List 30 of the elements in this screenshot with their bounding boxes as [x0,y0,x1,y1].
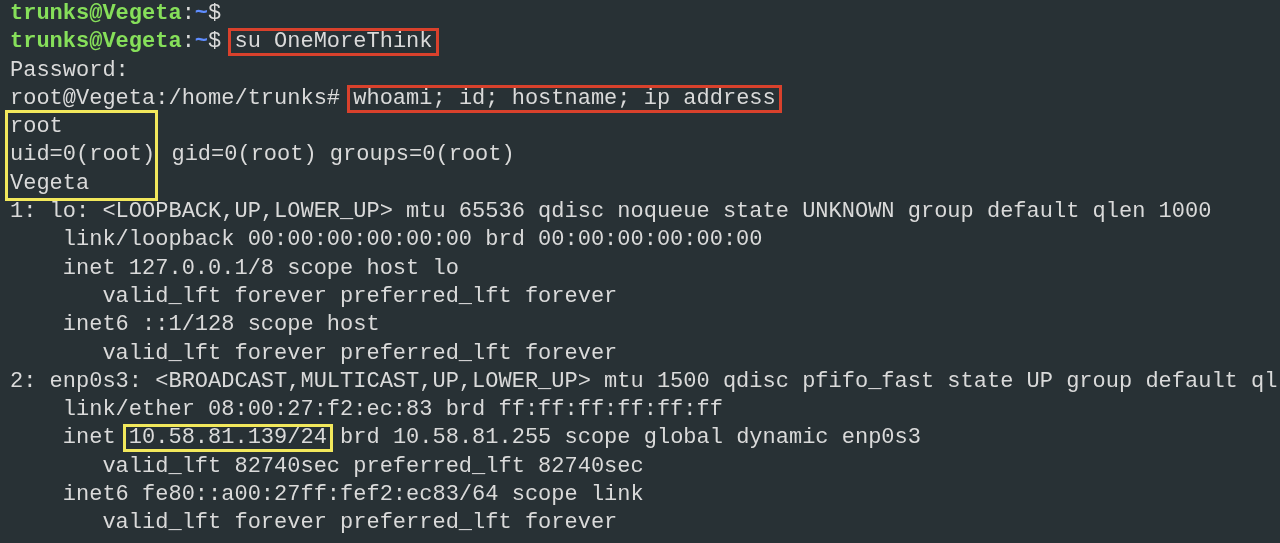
terminal-text: $ [208,29,223,55]
terminal-text: $ [208,1,222,26]
terminal-text: valid_lft forever preferred_lft forever [101,510,618,536]
highlighted-text: whoami; id; hostname; ip address [347,84,782,113]
terminal-text: 2: enp0s3: <BROADCAST,MULTICAST,UP,LOWER_UP> mtu 1500 qdisc pfifo_fast state UP group default ql [10,368,1278,394]
highlighted-text: su OneMoreThink [228,28,439,57]
prompt-user: trunks@Vegeta [10,29,182,55]
terminal-text: link/ether 08:00:27:f2:ec:83 brd ff:ff:ff:ff:ff:ff [61,397,723,423]
prompt-path: ~ [194,29,209,55]
terminal-text: inet6 ::1/128 scope host [61,312,380,338]
terminal-text: : [181,1,195,26]
terminal-text: Password: [10,57,129,83]
terminal-text: valid_lft forever preferred_lft forever [101,340,618,366]
terminal-text: : [181,29,195,55]
terminal-text: link/loopback 00:00:00:00:00:00 brd 00:00:00:00:00:00 [61,227,763,253]
terminal-text: valid_lft 82740sec preferred_lft 82740sec [101,453,644,479]
highlighted-text: 10.58.81.139/24 [122,424,333,453]
terminal-text: root@Vegeta:/home/trunks# [10,85,342,111]
terminal-text: root [10,114,63,140]
prompt-user: trunks@Vegeta [10,1,182,26]
terminal-text: inet 127.0.0.1/8 scope host lo [61,255,459,281]
terminal-text: valid_lft forever preferred_lft forever [101,283,618,309]
terminal-text: inet6 fe80::a00:27ff:fef2:ec83/64 scope link [61,482,644,508]
terminal-text: inet [61,425,117,451]
terminal-text: uid=0(root) [10,142,156,168]
terminal-text: brd 10.58.81.255 scope global dynamic enp0s3 [339,425,921,451]
terminal-text: gid=0(root) groups=0(root) [170,142,515,168]
terminal-text: Vegeta [10,170,90,196]
terminal-text: 1: lo: <LOOPBACK,UP,LOWER_UP> mtu 65536 qdisc noqueue state UNKNOWN group default qlen 1000 [10,199,1212,225]
prompt-path: ~ [194,1,209,26]
